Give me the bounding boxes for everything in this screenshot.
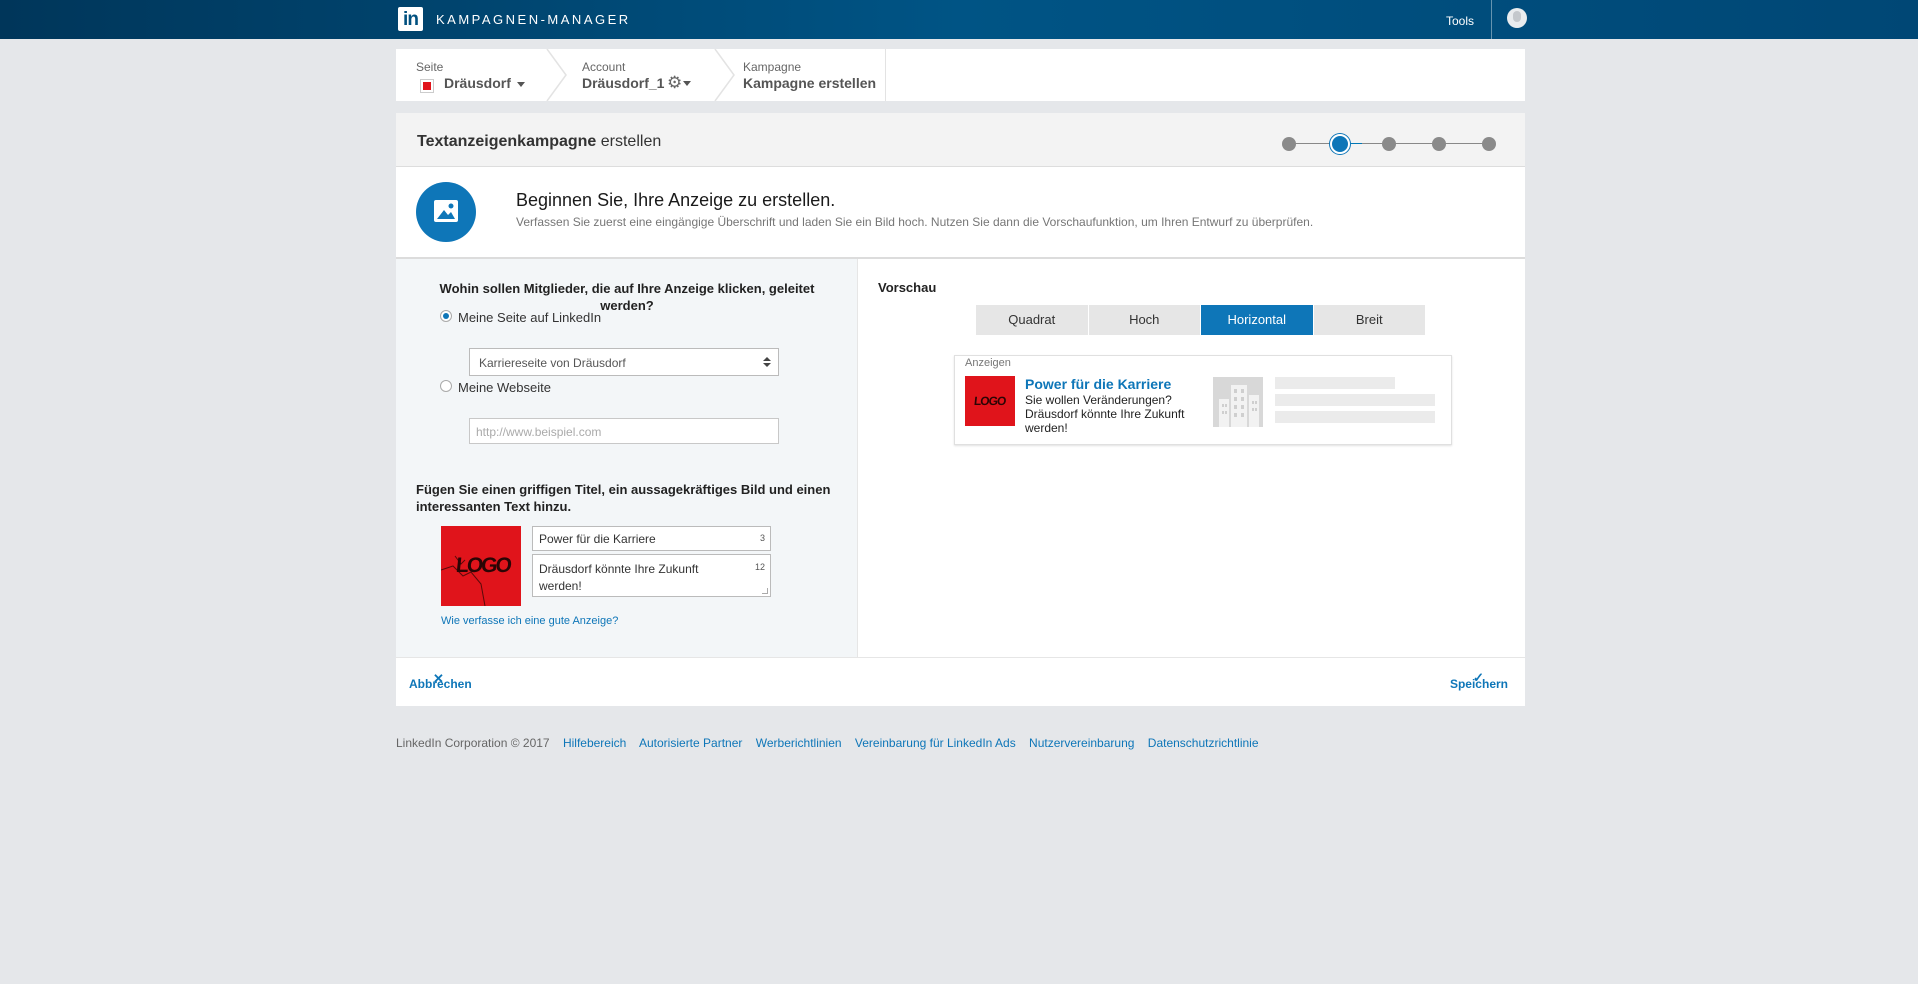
tab-quadrat[interactable]: Quadrat xyxy=(976,305,1088,335)
copyright-text: LinkedIn Corporation © 2017 xyxy=(396,736,550,750)
footer-link-ad-guidelines[interactable]: Werberichtlinien xyxy=(756,736,842,750)
building-placeholder-icon xyxy=(1213,377,1263,427)
breadcrumb-page-value[interactable]: Dräusdorf xyxy=(444,75,525,91)
step-1[interactable] xyxy=(1282,137,1296,151)
breadcrumb-account-value[interactable]: Dräusdorf_1 xyxy=(582,75,664,91)
ad-editor-pane: Wohin sollen Mitglieder, die auf Ihre An… xyxy=(396,259,857,657)
card-header: Textanzeigenkampagne erstellen xyxy=(396,113,1525,167)
tab-horizontal[interactable]: Horizontal xyxy=(1201,305,1313,335)
destination-question: Wohin sollen Mitglieder, die auf Ihre An… xyxy=(439,281,815,313)
ad-text-input[interactable]: Dräusdorf könnte Ihre Zukunft werden! 12 xyxy=(532,554,771,597)
footer-link-privacy[interactable]: Datenschutzrichtlinie xyxy=(1148,736,1259,750)
ad-preview-image: LOGO xyxy=(965,376,1015,426)
ad-preview-header: Anzeigen xyxy=(965,357,1011,369)
campaign-card: Textanzeigenkampagne erstellen Beginnen … xyxy=(396,113,1525,706)
check-icon: ✓ xyxy=(1472,670,1484,685)
title-char-counter: 3 xyxy=(759,533,765,543)
footer-link-help[interactable]: Hilfebereich xyxy=(563,736,626,750)
chevron-down-icon xyxy=(683,81,692,87)
radio-website[interactable] xyxy=(440,380,452,392)
tab-breit[interactable]: Breit xyxy=(1313,305,1425,335)
intro-title: Beginnen Sie, Ihre Anzeige zu erstellen. xyxy=(516,190,836,210)
app-title: KAMPAGNEN-MANAGER xyxy=(436,12,631,27)
breadcrumb-campaign-value: Kampagne erstellen xyxy=(743,75,877,91)
breadcrumb-account-label: Account xyxy=(582,60,626,74)
progress-stepper xyxy=(1282,134,1502,154)
breadcrumb: Seite Dräusdorf Account Dräusdorf_1 ⚙ Ka… xyxy=(396,49,1525,101)
ad-preview-text: Sie wollen Veränderungen? Dräusdorf könn… xyxy=(1025,393,1185,435)
breadcrumb-separator xyxy=(714,49,736,101)
footer-link-ads-agreement[interactable]: Vereinbarung für LinkedIn Ads xyxy=(855,736,1016,750)
breadcrumb-campaign-label: Kampagne xyxy=(743,60,802,74)
intro-subtitle: Verfassen Sie zuerst eine eingängige Übe… xyxy=(516,215,1314,229)
page-logo-icon xyxy=(420,79,434,93)
ad-preview: Anzeigen LOGO Power für die Karriere Sie… xyxy=(954,355,1452,445)
tab-hoch[interactable]: Hoch xyxy=(1088,305,1200,335)
preview-pane: Vorschau Quadrat Hoch Horizontal Breit A… xyxy=(857,259,1525,657)
breadcrumb-account[interactable]: Account Dräusdorf_1 ⚙ xyxy=(568,49,718,101)
ad-preview-title[interactable]: Power für die Karriere xyxy=(1025,376,1171,392)
ad-title-input[interactable]: Power für die Karriere 3 xyxy=(532,526,771,551)
page-footer: LinkedIn Corporation © 2017 Hilfebereich… xyxy=(396,736,1269,750)
logo-text: LOGO xyxy=(454,554,512,577)
preview-format-tabs: Quadrat Hoch Horizontal Breit xyxy=(976,305,1426,335)
help-link[interactable]: Wie verfasse ich eine gute Anzeige? xyxy=(441,615,618,627)
intro-section: Beginnen Sie, Ihre Anzeige zu erstellen.… xyxy=(396,167,1525,259)
footer-link-partners[interactable]: Autorisierte Partner xyxy=(639,736,742,750)
radio-linkedin-page-label[interactable]: Meine Seite auf LinkedIn xyxy=(458,310,601,325)
placeholder-bar xyxy=(1275,377,1395,389)
text-char-counter: 12 xyxy=(754,562,765,572)
topbar-divider xyxy=(1491,0,1492,39)
placeholder-bar xyxy=(1275,394,1435,406)
select-arrows-icon xyxy=(763,357,771,367)
chevron-down-icon xyxy=(516,81,525,87)
footer-link-user-agreement[interactable]: Nutzervereinbarung xyxy=(1029,736,1134,750)
cancel-button[interactable]: ✕ Abbrechen xyxy=(409,671,472,691)
content-question: Fügen Sie einen griffigen Titel, ein aus… xyxy=(416,482,831,514)
step-5[interactable] xyxy=(1482,137,1496,151)
website-url-input[interactable]: http://www.beispiel.com xyxy=(469,418,779,444)
close-icon: ✕ xyxy=(433,671,444,686)
step-2[interactable] xyxy=(1330,134,1350,154)
radio-website-label[interactable]: Meine Webseite xyxy=(458,380,551,395)
user-avatar-icon[interactable] xyxy=(1507,8,1527,28)
linkedin-page-select[interactable]: Karriereseite von Dräusdorf xyxy=(469,348,779,376)
logo-text: LOGO xyxy=(973,394,1007,408)
tools-menu[interactable]: Tools xyxy=(1446,14,1474,28)
step-3[interactable] xyxy=(1382,137,1396,151)
preview-label: Vorschau xyxy=(878,280,937,295)
radio-linkedin-page[interactable] xyxy=(440,310,452,322)
resize-handle-icon[interactable] xyxy=(762,588,768,594)
breadcrumb-page-label: Seite xyxy=(416,60,444,74)
top-navigation-bar: in KAMPAGNEN-MANAGER Tools xyxy=(0,0,1918,39)
breadcrumb-page[interactable]: Seite Dräusdorf xyxy=(396,49,541,101)
gear-icon[interactable]: ⚙ xyxy=(667,73,692,93)
breadcrumb-campaign[interactable]: Kampagne Kampagne erstellen xyxy=(736,49,886,101)
placeholder-bar xyxy=(1275,411,1435,423)
image-icon xyxy=(416,182,476,242)
ad-image-upload[interactable]: LOGO xyxy=(441,526,521,606)
breadcrumb-separator xyxy=(546,49,568,101)
step-4[interactable] xyxy=(1432,137,1446,151)
page-title: Textanzeigenkampagne erstellen xyxy=(417,133,662,150)
save-button[interactable]: ✓ Speichern xyxy=(1450,670,1508,691)
linkedin-logo-icon[interactable]: in xyxy=(398,7,423,31)
card-actions: ✕ Abbrechen ✓ Speichern xyxy=(396,657,1525,706)
